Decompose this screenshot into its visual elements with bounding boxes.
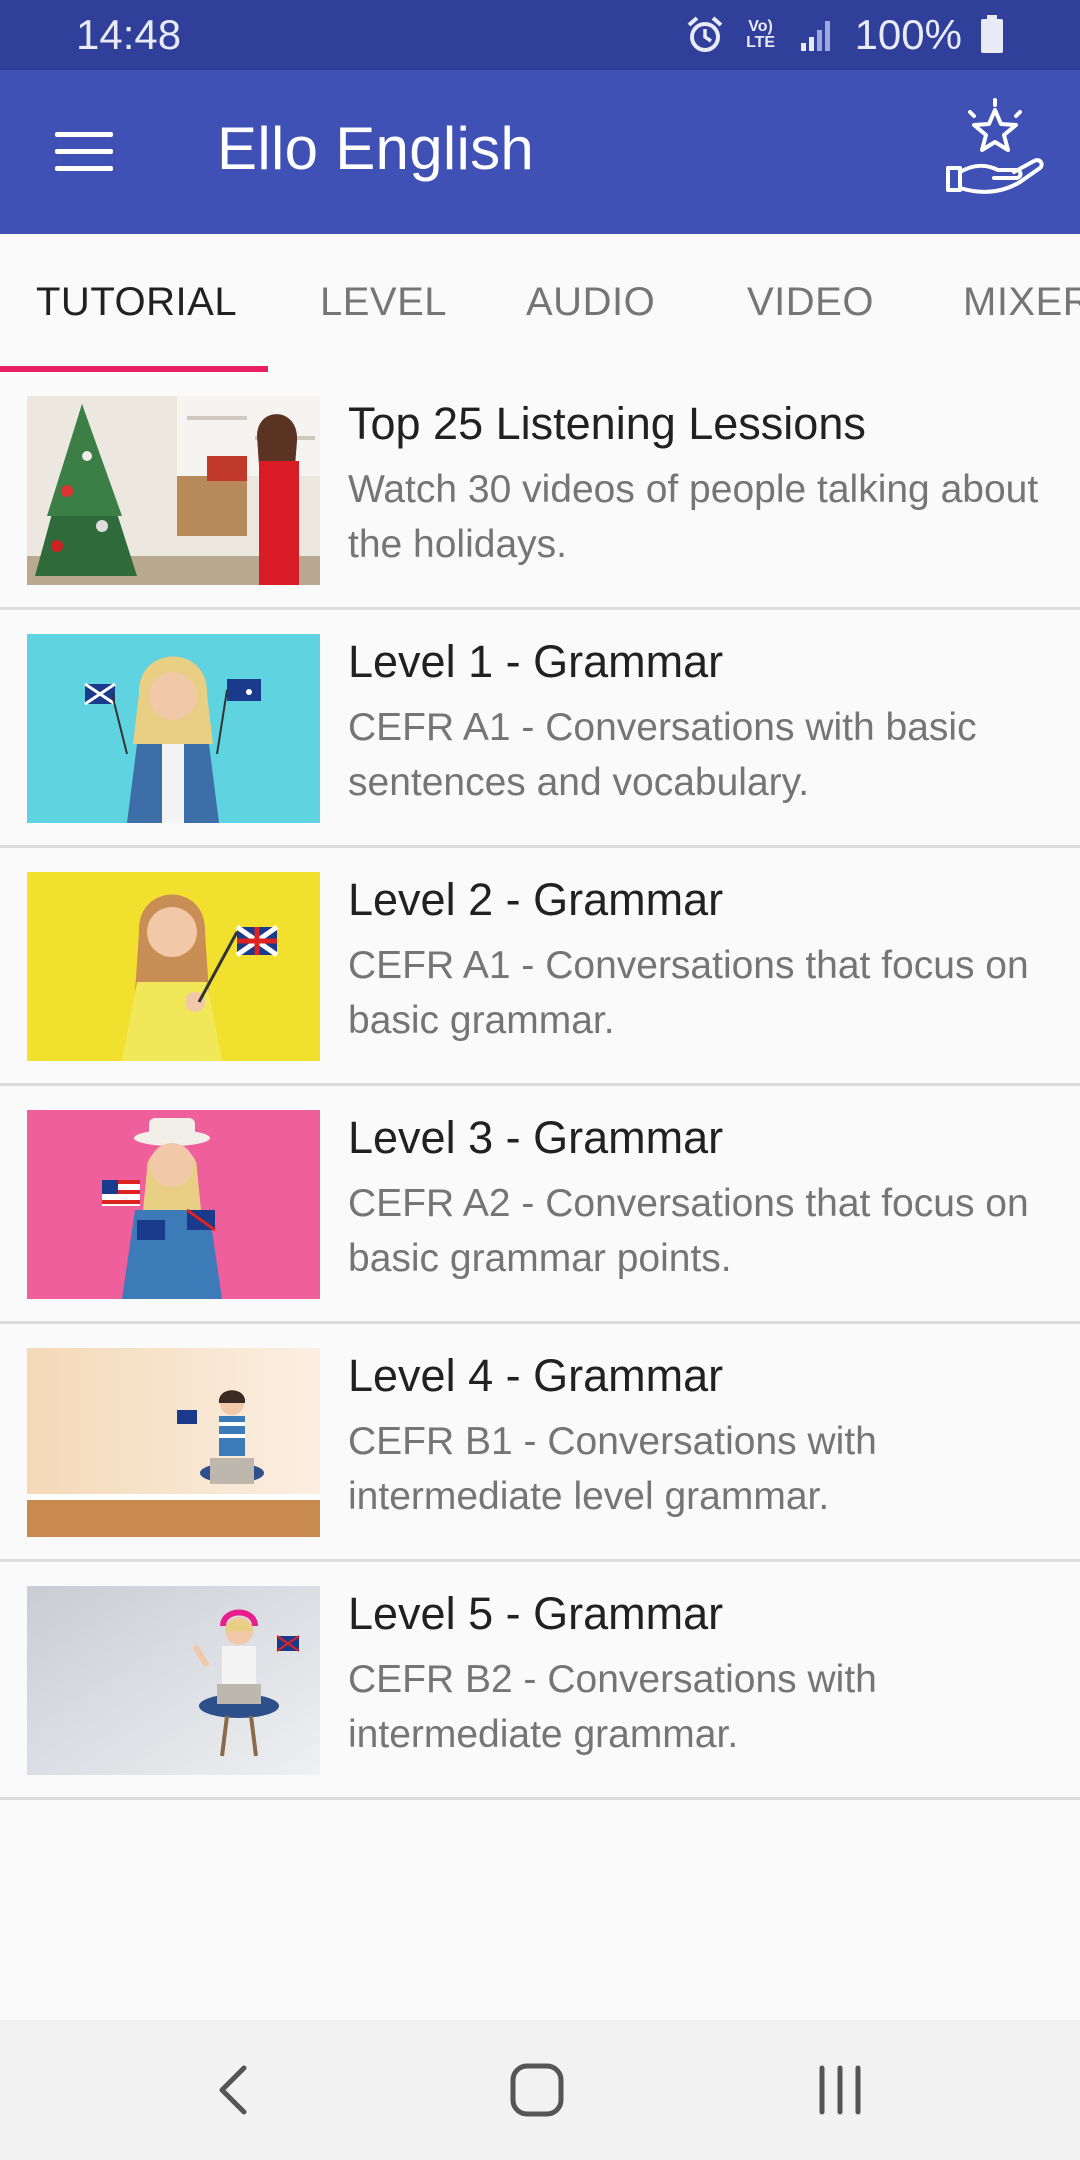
lesson-title: Level 5 - Grammar: [348, 1588, 724, 1639]
lesson-thumbnail: [27, 872, 320, 1061]
tab-bar: TUTORIAL LEVEL AUDIO VIDEO MIXER: [0, 234, 1080, 372]
tab-tutorial[interactable]: TUTORIAL: [36, 280, 237, 325]
lesson-thumbnail: [27, 1586, 320, 1775]
lesson-item-level-5[interactable]: Level 5 - Grammar CEFR B2 - Conversation…: [0, 1562, 1080, 1800]
lesson-description: Watch 30 videos of people talking about …: [348, 468, 1039, 566]
lesson-title: Level 2 - Grammar: [348, 874, 724, 925]
recents-bars-icon[interactable]: [810, 2060, 870, 2120]
app-title: Ello English: [217, 115, 535, 182]
lesson-description: CEFR A1 - Conversations that focus on ba…: [348, 944, 1029, 1042]
signal-icon: [800, 21, 830, 51]
tab-mixer[interactable]: MIXER: [963, 280, 1080, 325]
lesson-title: Level 1 - Grammar: [348, 636, 724, 687]
lesson-item-level-1[interactable]: Level 1 - Grammar CEFR A1 - Conversation…: [0, 610, 1080, 848]
lesson-description: CEFR B2 - Conversations with intermediat…: [348, 1658, 877, 1756]
tab-video[interactable]: VIDEO: [747, 280, 874, 325]
lesson-item-level-3[interactable]: Level 3 - Grammar CEFR A2 - Conversation…: [0, 1086, 1080, 1324]
lesson-item-top25[interactable]: Top 25 Listening Lessions Watch 30 video…: [0, 372, 1080, 610]
lesson-list: Top 25 Listening Lessions Watch 30 video…: [0, 372, 1080, 1800]
status-time: 14:48: [76, 11, 182, 58]
network-label: Vo) LTE: [746, 18, 776, 51]
status-icons: Vo) LTE 100%: [685, 11, 1004, 59]
gift-star-hand-icon[interactable]: [940, 98, 1050, 208]
battery-icon: [981, 15, 1003, 53]
lesson-thumbnail: [27, 1348, 320, 1537]
system-nav-bar: [0, 2020, 1080, 2160]
lesson-title: Level 3 - Grammar: [348, 1112, 724, 1163]
home-square-icon[interactable]: [507, 2060, 567, 2120]
lesson-description: CEFR A1 - Conversations with basic sente…: [348, 706, 977, 804]
app-bar: Ello English: [0, 70, 1080, 234]
lesson-title: Level 4 - Grammar: [348, 1350, 724, 1401]
lesson-item-level-4[interactable]: Level 4 - Grammar CEFR B1 - Conversation…: [0, 1324, 1080, 1562]
back-chevron-icon[interactable]: [206, 2060, 266, 2120]
tab-audio[interactable]: AUDIO: [526, 280, 655, 325]
tab-level[interactable]: LEVEL: [320, 280, 447, 325]
lesson-item-level-2[interactable]: Level 2 - Grammar CEFR A1 - Conversation…: [0, 848, 1080, 1086]
lesson-thumbnail: [27, 1110, 320, 1299]
alarm-icon: [687, 16, 722, 52]
lesson-description: CEFR B1 - Conversations with intermediat…: [348, 1420, 877, 1518]
lesson-title: Top 25 Listening Lessions: [348, 398, 866, 449]
lesson-thumbnail: [27, 634, 320, 823]
lesson-description: CEFR A2 - Conversations that focus on ba…: [348, 1182, 1029, 1280]
lesson-thumbnail: [27, 396, 320, 585]
battery-percent: 100%: [854, 11, 962, 58]
hamburger-menu-icon[interactable]: [55, 132, 113, 172]
status-bar: 14:48 Vo) LTE 100%: [0, 0, 1080, 70]
